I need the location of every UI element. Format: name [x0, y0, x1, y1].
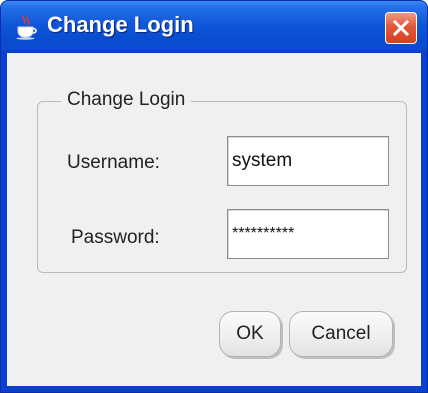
cancel-button[interactable]: Cancel [289, 311, 393, 357]
password-label: Password: [71, 227, 160, 248]
close-icon [392, 19, 410, 37]
java-cup-icon [16, 15, 37, 40]
title-bar[interactable]: Change Login [1, 1, 427, 53]
ok-button[interactable]: OK [219, 311, 281, 357]
username-label: Username: [67, 152, 160, 173]
group-label: Change Login [61, 89, 192, 111]
window-title: Change Login [47, 12, 194, 37]
username-input[interactable] [227, 136, 389, 186]
login-dialog: Change Login Change Login Username: Pass… [0, 0, 428, 393]
close-button[interactable] [385, 12, 417, 44]
dialog-body: Change Login Username: Password: OK Canc… [7, 53, 421, 386]
password-input[interactable] [227, 209, 389, 259]
